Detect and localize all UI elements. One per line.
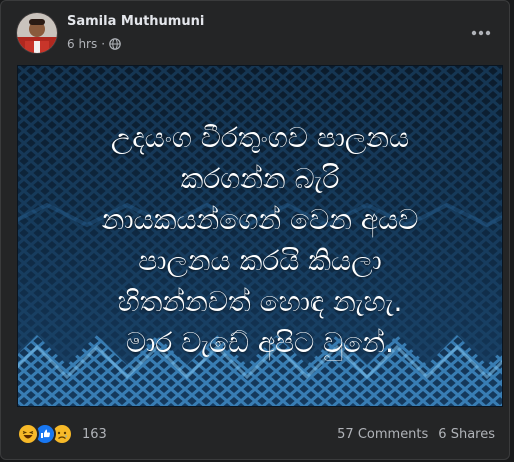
reaction-count[interactable]: 163: [82, 427, 107, 442]
meta-separator: ·: [101, 37, 106, 51]
more-dots-icon: [471, 30, 491, 36]
author-name[interactable]: Samila Muthumuni: [67, 14, 204, 29]
post-text-line: හිතන්නවත් හොඳ නැහැ.: [117, 285, 403, 318]
reactions-summary[interactable]: 163: [17, 423, 107, 445]
post-image[interactable]: උදයංග වීරතුංගව පාලනය කරගන්න බැරි නායකයන්…: [17, 65, 503, 407]
post-time[interactable]: 6 hrs: [67, 37, 97, 51]
globe-icon: [109, 38, 121, 50]
avatar-image: [17, 13, 57, 53]
post-text-line: නායකයන්ගෙන් වෙන අයව: [101, 203, 419, 236]
post-text-line: පාලනය කරයි කියලා: [138, 244, 382, 277]
more-options-button[interactable]: [463, 19, 499, 47]
haha-icon: [17, 423, 39, 445]
post-text-line: උදයංග වීරතුංගව පාලනය: [110, 121, 410, 154]
post-text-line: කරගන්න බැරි: [180, 162, 340, 195]
avatar[interactable]: [17, 13, 57, 53]
post-stats: 57 Comments 6 Shares: [337, 427, 495, 442]
shares-count-link[interactable]: 6 Shares: [438, 427, 495, 442]
post-text-line: මාර වැඩේ අපිට වුනේ.: [126, 326, 394, 359]
post-footer: 163 57 Comments 6 Shares: [1, 413, 509, 457]
post-text: උදයංග වීරතුංගව පාලනය කරගන්න බැරි නායකයන්…: [17, 117, 503, 363]
comments-count-link[interactable]: 57 Comments: [337, 427, 428, 442]
post-meta: 6 hrs ·: [67, 37, 121, 51]
post-card: Samila Muthumuni 6 hrs · උදයංග වීරතුංගව …: [0, 0, 510, 460]
post-header: Samila Muthumuni 6 hrs ·: [1, 1, 509, 65]
